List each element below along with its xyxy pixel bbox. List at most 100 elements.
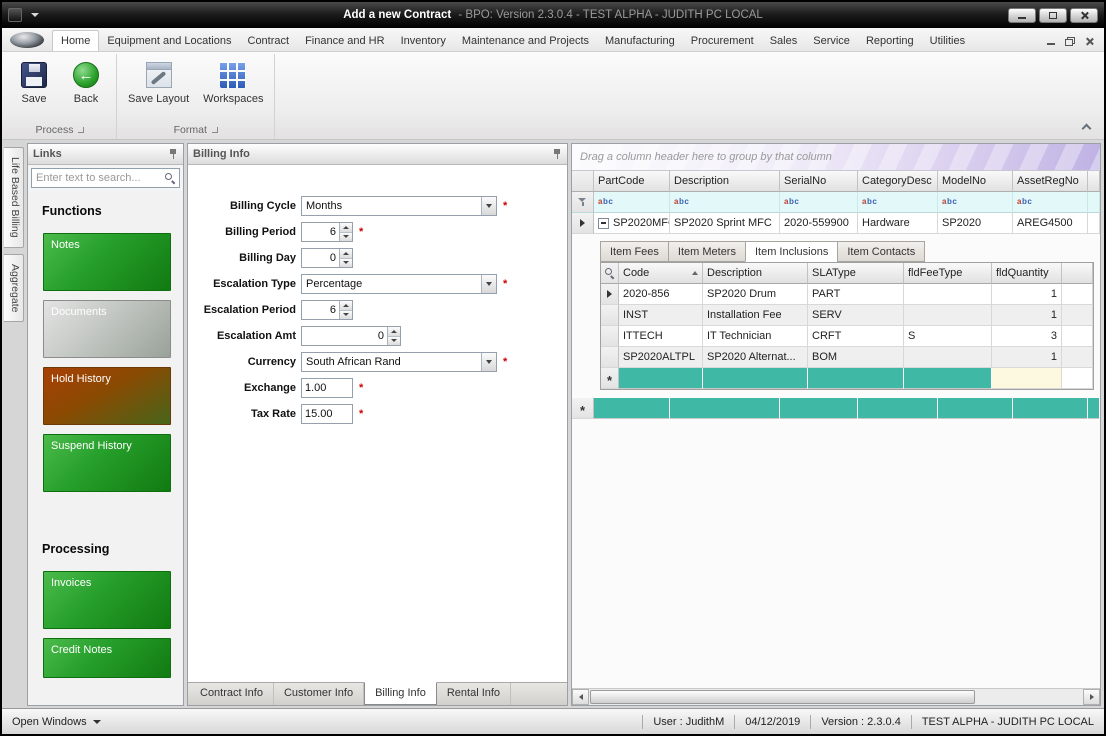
filter-cell-modelno[interactable]: [938, 192, 1013, 213]
tab-rental-info[interactable]: Rental Info: [437, 683, 511, 705]
column-header-modelno[interactable]: ModelNo: [938, 171, 1013, 192]
ribbon-tab-finance-and-hr[interactable]: Finance and HR: [297, 31, 393, 51]
dialog-launcher-icon[interactable]: [78, 127, 84, 133]
side-tab-life-based-billing[interactable]: Life Based Billing: [4, 147, 24, 248]
detail-cell-slatype[interactable]: SERV: [808, 305, 904, 326]
spin-down-button[interactable]: [388, 337, 400, 346]
detail-cell-fldfeetype[interactable]: [904, 305, 992, 326]
exchange-input[interactable]: [302, 379, 352, 397]
new-row-cell[interactable]: [858, 398, 938, 419]
detail-cell-fldfeetype[interactable]: [904, 347, 992, 368]
cell-serialno[interactable]: 2020-559900: [780, 213, 858, 234]
tab-item-meters[interactable]: Item Meters: [668, 241, 745, 262]
column-header-serialno[interactable]: SerialNo: [780, 171, 858, 192]
new-row-cell[interactable]: [808, 368, 904, 389]
detail-cell-fldquantity[interactable]: 1: [992, 305, 1062, 326]
suspend-history-button[interactable]: Suspend History: [43, 434, 171, 492]
tab-billing-info[interactable]: Billing Info: [364, 682, 437, 705]
ribbon-tab-maintenance-and-projects[interactable]: Maintenance and Projects: [454, 31, 597, 51]
billing-day-input[interactable]: [302, 249, 339, 267]
detail-column-code[interactable]: Code: [619, 263, 703, 284]
column-header-categorydesc[interactable]: CategoryDesc: [858, 171, 938, 192]
ribbon-tab-manufacturing[interactable]: Manufacturing: [597, 31, 683, 51]
child-restore-icon[interactable]: [1065, 37, 1075, 46]
invoices-button[interactable]: Invoices: [43, 571, 171, 629]
column-header-description[interactable]: Description: [670, 171, 780, 192]
scrollbar-thumb[interactable]: [590, 690, 975, 704]
filter-cell-assetregno[interactable]: [1013, 192, 1088, 213]
detail-cell-code[interactable]: ITTECH: [619, 326, 703, 347]
detail-column-fldfeetype[interactable]: fldFeeType: [904, 263, 992, 284]
ribbon-collapse-chevron-icon[interactable]: [1081, 122, 1092, 131]
detail-cell-fldfeetype[interactable]: S: [904, 326, 992, 347]
scroll-left-button[interactable]: [572, 689, 589, 705]
spin-up-button[interactable]: [388, 327, 400, 337]
spin-down-button[interactable]: [340, 233, 352, 242]
pin-icon[interactable]: [168, 149, 178, 160]
new-row-cell[interactable]: [938, 398, 1013, 419]
billing-period-input[interactable]: [302, 223, 339, 241]
ribbon-tab-reporting[interactable]: Reporting: [858, 31, 922, 51]
escalation-period-input[interactable]: [302, 301, 339, 319]
new-row-cell[interactable]: [1088, 398, 1100, 419]
hold-history-button[interactable]: Hold History: [43, 367, 171, 425]
save-layout-button[interactable]: Save Layout: [122, 58, 195, 109]
detail-cell-code[interactable]: 2020-856: [619, 284, 703, 305]
detail-cell-description[interactable]: SP2020 Drum: [703, 284, 808, 305]
cell-assetregno[interactable]: AREG4500: [1013, 213, 1088, 234]
side-tab-aggregate[interactable]: Aggregate: [4, 254, 24, 322]
cell-partcode[interactable]: SP2020MFC: [594, 213, 670, 234]
detail-column-description[interactable]: Description: [703, 263, 808, 284]
spin-up-button[interactable]: [340, 223, 352, 233]
dropdown-arrow-button[interactable]: [481, 197, 496, 215]
dropdown-arrow-button[interactable]: [481, 353, 496, 371]
filter-cell-serialno[interactable]: [780, 192, 858, 213]
detail-cell-slatype[interactable]: CRFT: [808, 326, 904, 347]
spin-up-button[interactable]: [340, 301, 352, 311]
tab-contract-info[interactable]: Contract Info: [190, 683, 274, 705]
child-minimize-icon[interactable]: [1047, 43, 1055, 45]
tax-rate-input[interactable]: [302, 405, 352, 423]
workspaces-button[interactable]: Workspaces: [197, 58, 269, 109]
pin-icon[interactable]: [552, 149, 562, 160]
ribbon-tab-sales[interactable]: Sales: [762, 31, 806, 51]
spin-down-button[interactable]: [340, 311, 352, 320]
new-row-cell[interactable]: [670, 398, 780, 419]
detail-cell-fldquantity[interactable]: 3: [992, 326, 1062, 347]
ribbon-tab-utilities[interactable]: Utilities: [922, 31, 973, 51]
detail-cell-slatype[interactable]: BOM: [808, 347, 904, 368]
spin-down-button[interactable]: [340, 259, 352, 268]
save-button[interactable]: Save: [9, 58, 59, 109]
escalation-amt-input[interactable]: [302, 327, 387, 345]
filter-cell-partcode[interactable]: [594, 192, 670, 213]
new-row-cell-quantity[interactable]: [992, 368, 1062, 389]
detail-cell-fldquantity[interactable]: 1: [992, 284, 1062, 305]
close-button[interactable]: [1070, 8, 1098, 23]
new-row-cell[interactable]: [619, 368, 703, 389]
detail-cell-fldfeetype[interactable]: [904, 284, 992, 305]
detail-cell-description[interactable]: SP2020 Alternat...: [703, 347, 808, 368]
bpo-logo[interactable]: [10, 32, 44, 48]
ribbon-tab-home[interactable]: Home: [52, 30, 99, 51]
new-row-cell[interactable]: [1013, 398, 1088, 419]
app-window-icon[interactable]: [8, 8, 22, 22]
tab-item-fees[interactable]: Item Fees: [600, 241, 668, 262]
billing-cycle-dropdown[interactable]: Months: [301, 196, 497, 216]
detail-cell-slatype[interactable]: PART: [808, 284, 904, 305]
open-windows-dropdown[interactable]: Open Windows: [12, 716, 101, 728]
spin-up-button[interactable]: [340, 249, 352, 259]
search-icon[interactable]: [165, 173, 175, 183]
tab-item-contacts[interactable]: Item Contacts: [837, 241, 925, 262]
detail-cell-code[interactable]: INST: [619, 305, 703, 326]
search-input[interactable]: [32, 172, 165, 184]
column-header-partcode[interactable]: PartCode: [594, 171, 670, 192]
group-by-drop-zone[interactable]: Drag a column header here to group by th…: [572, 144, 1100, 171]
back-button[interactable]: Back: [61, 58, 111, 109]
minimize-button[interactable]: [1008, 8, 1036, 23]
tab-customer-info[interactable]: Customer Info: [274, 683, 364, 705]
detail-column-slatype[interactable]: SLAType: [808, 263, 904, 284]
new-row-cell[interactable]: [594, 398, 670, 419]
child-close-icon[interactable]: [1085, 37, 1094, 46]
ribbon-tab-equipment-and-locations[interactable]: Equipment and Locations: [99, 31, 239, 51]
collapse-detail-icon[interactable]: [598, 218, 609, 229]
